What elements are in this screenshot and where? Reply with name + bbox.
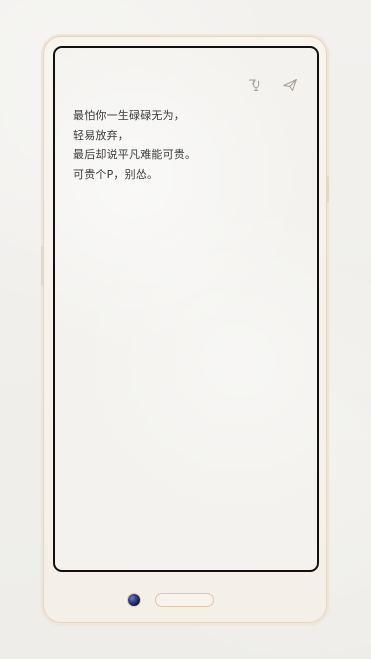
toolbar-icons [245, 76, 299, 94]
note-screen: 最怕你一生碌碌无为， 轻易放弃， 最后却说平凡难能可贵。 可贵个P，别怂。 [53, 46, 319, 572]
left-side-button [41, 246, 43, 286]
send-icon[interactable] [281, 76, 299, 94]
note-line-3: 最后却说平凡难能可贵。 [73, 148, 197, 161]
home-button[interactable] [155, 593, 214, 607]
front-camera [128, 594, 140, 606]
right-side-button [327, 176, 329, 202]
note-line-4: 可贵个P，别怂。 [73, 167, 159, 181]
note-line-2: 轻易放弃， [73, 128, 129, 142]
voice-input-icon[interactable] [245, 76, 263, 94]
note-line-1: 最怕你一生碌碌无为， [73, 109, 185, 122]
note-text: 最怕你一生碌碌无为， 轻易放弃， 最后却说平凡难能可贵。 可贵个P，别怂。 [73, 106, 293, 184]
